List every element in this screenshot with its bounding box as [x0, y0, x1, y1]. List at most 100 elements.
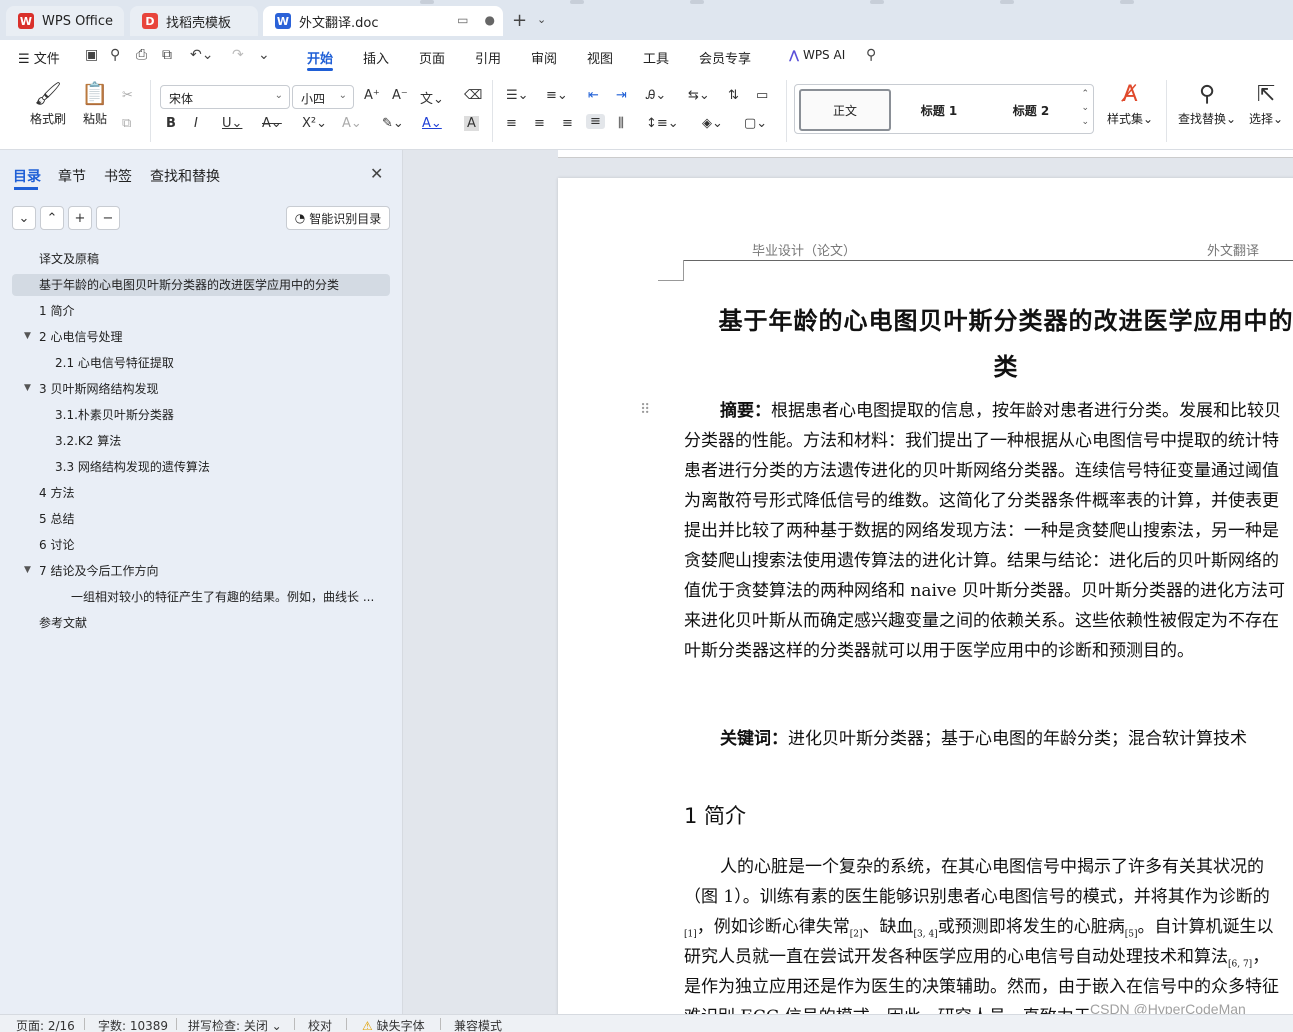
document-page[interactable]: 毕业设计（论文） 外文翻译 基于年龄的心电图贝叶斯分类器的改进医学应用中的 类 … — [558, 178, 1293, 1014]
toc-item[interactable]: 2.1 心电信号特征提取 — [55, 352, 390, 374]
toc-item[interactable]: 译文及原稿 — [39, 248, 390, 270]
file-menu[interactable]: ☰ 文件 — [18, 48, 60, 67]
decrease-indent-icon[interactable]: ⇤ — [588, 88, 599, 103]
toc-item[interactable]: 4 方法 — [39, 482, 390, 504]
char-shading-icon[interactable]: A — [464, 116, 479, 131]
expand-arrow-icon[interactable]: ▼ — [24, 383, 31, 393]
missing-font-button[interactable]: ⚠ 缺失字体 — [362, 1017, 425, 1032]
toc-item[interactable]: 2 心电信号处理 — [39, 326, 390, 348]
line-spacing-icon[interactable]: ↕≡⌄ — [646, 116, 679, 131]
copy-icon[interactable]: ⧉ — [122, 116, 131, 131]
spell-check-toggle[interactable]: 拼写检查: 关闭 ⌄ — [188, 1017, 282, 1032]
menu-page[interactable]: 页面 — [419, 48, 445, 67]
style-heading-1[interactable]: 标题 1 — [893, 89, 985, 131]
print-icon[interactable]: ⎙ — [136, 47, 147, 63]
menu-member[interactable]: 会员专享 — [699, 48, 751, 67]
share-icon[interactable]: ⚲ — [110, 47, 120, 63]
print-preview-icon[interactable]: ⧉ — [162, 47, 172, 63]
font-name-select[interactable]: 宋体 ⌄ — [160, 85, 290, 109]
justify-icon[interactable]: ≡ — [586, 114, 605, 129]
proofread-button[interactable]: 校对 — [308, 1017, 332, 1032]
font-size-select[interactable]: 小四 ⌄ — [292, 85, 354, 109]
bold-icon[interactable]: B — [166, 116, 176, 131]
strikethrough-icon[interactable]: A⌄ — [262, 116, 282, 131]
menu-view[interactable]: 视图 — [587, 48, 613, 67]
toc-item[interactable]: 6 讨论 — [39, 534, 390, 556]
menu-review[interactable]: 审阅 — [531, 48, 557, 67]
underline-icon[interactable]: U⌄ — [222, 116, 242, 131]
tab-document[interactable]: W 外文翻译.doc ▭ ● — [263, 6, 503, 36]
align-left-icon[interactable]: ≡ — [506, 116, 517, 131]
font-color-icon[interactable]: A⌄ — [422, 116, 442, 131]
page-indicator[interactable]: 页面: 2/16 — [16, 1017, 75, 1032]
text-direction-icon[interactable]: Ꭿ⌄ — [646, 88, 666, 103]
paragraph-shading-icon[interactable]: ◈⌄ — [702, 116, 723, 131]
line-break-icon[interactable]: ⇆⌄ — [688, 88, 710, 103]
undo-icon[interactable]: ↶⌄ — [190, 47, 213, 63]
collapse-all-icon[interactable]: ⌄ — [12, 206, 36, 230]
styles-scroll-icon[interactable]: ⌃ ⌄ ⌄ — [1081, 87, 1089, 129]
close-icon[interactable]: ✕ — [370, 164, 383, 183]
increase-font-icon[interactable]: A⁺ — [364, 88, 380, 103]
superscript-icon[interactable]: X²⌄ — [302, 116, 327, 131]
numbered-list-icon[interactable]: ≡⌄ — [546, 88, 568, 103]
new-tab-menu-icon[interactable]: ⌄ — [537, 13, 546, 26]
nav-tab-sections[interactable]: 章节 — [58, 166, 86, 186]
borders-icon[interactable]: ▢⌄ — [744, 116, 767, 131]
menu-references[interactable]: 引用 — [475, 48, 501, 67]
format-painter-button[interactable]: 🖌 格式刷 — [23, 82, 73, 127]
redo-icon[interactable]: ↷ — [232, 47, 244, 63]
expand-up-icon[interactable]: ⌃ — [40, 206, 64, 230]
select-button[interactable]: ⇱ 选择⌄ — [1244, 82, 1288, 127]
style-normal[interactable]: 正文 — [799, 89, 891, 131]
toc-item[interactable]: 一组相对较小的特征产生了有趣的结果。例如，曲线长 ... — [71, 586, 390, 608]
expand-arrow-icon[interactable]: ▼ — [24, 331, 31, 341]
toc-item[interactable]: 基于年龄的心电图贝叶斯分类器的改进医学应用中的分类 — [12, 274, 390, 296]
phonetic-guide-icon[interactable]: 文⌄ — [420, 88, 444, 107]
search-icon[interactable]: ⚲ — [866, 47, 876, 63]
toc-item[interactable]: 3.1.朴素贝叶斯分类器 — [55, 404, 390, 426]
word-count[interactable]: 字数: 10389 — [98, 1017, 168, 1032]
show-marks-icon[interactable]: ▭ — [756, 88, 768, 103]
tab-docer-templates[interactable]: D 找稻壳模板 — [130, 6, 258, 36]
remove-heading-icon[interactable]: − — [96, 206, 120, 230]
styles-set-button[interactable]: A̸ 样式集⌄ — [1102, 82, 1158, 127]
cut-icon[interactable]: ✂ — [122, 88, 133, 103]
toc-item[interactable]: 7 结论及今后工作方向 — [39, 560, 390, 582]
sort-icon[interactable]: ⇅ — [728, 88, 739, 103]
save-icon[interactable]: ▣ — [85, 47, 98, 63]
new-tab-button[interactable]: + — [512, 10, 527, 31]
toc-item[interactable]: 3.2.K2 算法 — [55, 430, 390, 452]
drag-handle-icon[interactable]: ⠿ — [640, 402, 650, 418]
toc-item[interactable]: 3.3 网络结构发现的遗传算法 — [55, 456, 390, 478]
toc-item[interactable]: 5 总结 — [39, 508, 390, 530]
nav-tab-bookmarks[interactable]: 书签 — [104, 166, 132, 186]
menu-insert[interactable]: 插入 — [363, 48, 389, 67]
clear-format-icon[interactable]: ⌫ — [464, 88, 482, 103]
bullet-list-icon[interactable]: ☰⌄ — [506, 88, 529, 103]
highlight-icon[interactable]: ✎⌄ — [382, 116, 404, 131]
text-effect-icon[interactable]: A⌄ — [342, 116, 362, 131]
toc-item[interactable]: 3 贝叶斯网络结构发现 — [39, 378, 390, 400]
distribute-icon[interactable]: ⫼ — [618, 116, 624, 131]
decrease-font-icon[interactable]: A⁻ — [392, 88, 408, 103]
more-quick-access-icon[interactable]: ⌄ — [258, 47, 270, 63]
add-heading-icon[interactable]: + — [68, 206, 92, 230]
paste-button[interactable]: 📋 粘贴 — [70, 82, 120, 127]
toc-item[interactable]: 1 简介 — [39, 300, 390, 322]
nav-tab-find-replace[interactable]: 查找和替换 — [150, 166, 220, 186]
wps-ai-button[interactable]: ⋀ WPS AI — [789, 48, 845, 62]
expand-arrow-icon[interactable]: ▼ — [24, 565, 31, 575]
tab-close-dot-icon[interactable]: ▭ ● — [457, 13, 495, 27]
italic-icon[interactable]: I — [194, 116, 198, 131]
increase-indent-icon[interactable]: ⇥ — [616, 88, 627, 103]
menu-tools[interactable]: 工具 — [643, 48, 669, 67]
menu-home[interactable]: 开始 — [307, 48, 333, 67]
align-right-icon[interactable]: ≡ — [562, 116, 573, 131]
tab-wps-office[interactable]: W WPS Office — [6, 6, 124, 36]
nav-tab-toc[interactable]: 目录 — [13, 166, 41, 186]
align-center-icon[interactable]: ≡ — [534, 116, 545, 131]
find-replace-button[interactable]: ⚲ 查找替换⌄ — [1176, 82, 1238, 127]
style-heading-2[interactable]: 标题 2 — [985, 89, 1077, 131]
smart-toc-button[interactable]: ◔ 智能识别目录 — [286, 206, 390, 230]
